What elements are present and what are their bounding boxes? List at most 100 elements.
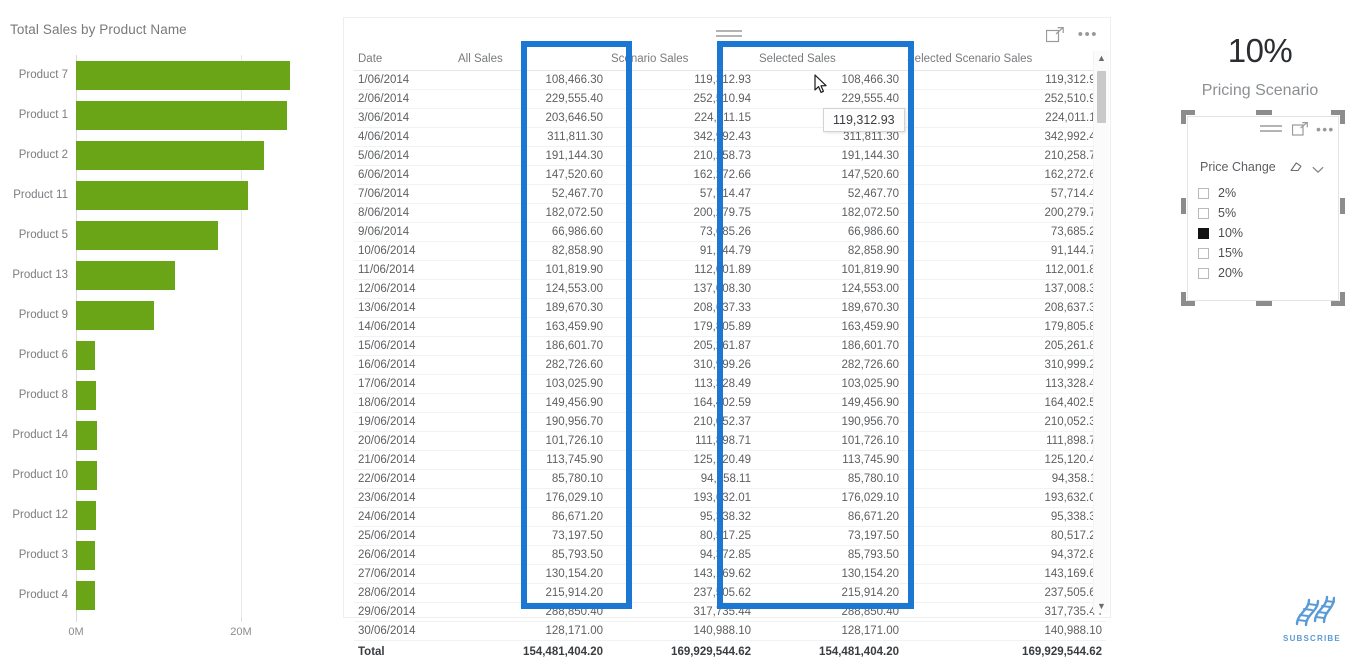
selection-handle-bottom-center[interactable] (1256, 301, 1272, 306)
bar-row[interactable]: Product 4 (0, 581, 340, 610)
cell-date[interactable]: 28/06/2014 (354, 584, 454, 603)
bar-row[interactable]: Product 1 (0, 101, 340, 130)
bar-chart-visual[interactable]: Total Sales by Product Name Product 7Pro… (0, 0, 340, 652)
cell-all-sales[interactable]: 85,780.10 (454, 470, 607, 489)
cell-selected-scenario-sales[interactable]: 208,637.33 (903, 299, 1106, 318)
cell-selected-scenario-sales[interactable]: 94,358.11 (903, 470, 1106, 489)
cell-scenario-sales[interactable]: 95,338.32 (607, 508, 755, 527)
cell-selected-scenario-sales[interactable]: 162,272.66 (903, 166, 1106, 185)
cell-scenario-sales[interactable]: 310,999.26 (607, 356, 755, 375)
cell-all-sales[interactable]: 229,555.40 (454, 90, 607, 109)
cell-date[interactable]: 7/06/2014 (354, 185, 454, 204)
bar-row[interactable]: Product 6 (0, 341, 340, 370)
cell-selected-sales[interactable]: 176,029.10 (755, 489, 903, 508)
table-row[interactable]: 8/06/2014182,072.50200,279.75182,072.502… (354, 204, 1106, 223)
cell-selected-scenario-sales[interactable]: 91,144.79 (903, 242, 1106, 261)
cell-selected-sales[interactable]: 113,745.90 (755, 451, 903, 470)
cell-selected-sales[interactable]: 282,726.60 (755, 356, 903, 375)
bar-fill[interactable] (76, 261, 175, 290)
selection-handle-middle-left[interactable] (1181, 198, 1186, 214)
bar-fill[interactable] (76, 101, 287, 130)
cell-all-sales[interactable]: 288,850.40 (454, 603, 607, 622)
cell-date[interactable]: 1/06/2014 (354, 71, 454, 90)
table-visual[interactable]: ••• Date All Sales Scenario Sales Select… (343, 17, 1111, 618)
cell-all-sales[interactable]: 52,467.70 (454, 185, 607, 204)
selection-handle-bottom-right-v[interactable] (1340, 292, 1345, 306)
cell-scenario-sales[interactable]: 205,261.87 (607, 337, 755, 356)
cell-selected-scenario-sales[interactable]: 210,258.73 (903, 147, 1106, 166)
cell-scenario-sales[interactable]: 113,328.49 (607, 375, 755, 394)
bar-row[interactable]: Product 3 (0, 541, 340, 570)
cell-all-sales[interactable]: 113,745.90 (454, 451, 607, 470)
cell-selected-sales[interactable]: 130,154.20 (755, 565, 903, 584)
cell-scenario-sales[interactable]: 317,735.44 (607, 603, 755, 622)
scroll-up-arrow-icon[interactable]: ▲ (1094, 51, 1109, 65)
cell-all-sales[interactable]: 282,726.60 (454, 356, 607, 375)
table-row[interactable]: 23/06/2014176,029.10193,632.01176,029.10… (354, 489, 1106, 508)
cell-selected-sales[interactable]: 288,850.40 (755, 603, 903, 622)
cell-scenario-sales[interactable]: 252,510.94 (607, 90, 755, 109)
cell-date[interactable]: 17/06/2014 (354, 375, 454, 394)
checkbox-icon[interactable] (1198, 188, 1209, 199)
cell-selected-scenario-sales[interactable]: 237,505.62 (903, 584, 1106, 603)
cell-selected-scenario-sales[interactable]: 94,372.85 (903, 546, 1106, 565)
cell-selected-scenario-sales[interactable]: 111,898.71 (903, 432, 1106, 451)
bar-fill[interactable] (76, 301, 154, 330)
cell-selected-sales[interactable]: 215,914.20 (755, 584, 903, 603)
bar-fill[interactable] (76, 61, 290, 90)
cell-all-sales[interactable]: 103,025.90 (454, 375, 607, 394)
cell-date[interactable]: 2/06/2014 (354, 90, 454, 109)
selection-handle-middle-right[interactable] (1340, 198, 1345, 214)
cell-selected-sales[interactable]: 182,072.50 (755, 204, 903, 223)
cell-date[interactable]: 22/06/2014 (354, 470, 454, 489)
cell-all-sales[interactable]: 189,670.30 (454, 299, 607, 318)
table-row[interactable]: 17/06/2014103,025.90113,328.49103,025.90… (354, 375, 1106, 394)
bar-fill[interactable] (76, 181, 248, 210)
cell-date[interactable]: 18/06/2014 (354, 394, 454, 413)
table-row[interactable]: 26/06/201485,793.5094,372.8585,793.5094,… (354, 546, 1106, 565)
table-row[interactable]: 14/06/2014163,459.90179,805.89163,459.90… (354, 318, 1106, 337)
cell-scenario-sales[interactable]: 94,358.11 (607, 470, 755, 489)
cell-scenario-sales[interactable]: 140,988.10 (607, 622, 755, 641)
cell-date[interactable]: 19/06/2014 (354, 413, 454, 432)
cell-selected-scenario-sales[interactable]: 113,328.49 (903, 375, 1106, 394)
bar-fill[interactable] (76, 221, 218, 250)
cell-all-sales[interactable]: 190,956.70 (454, 413, 607, 432)
cell-date[interactable]: 11/06/2014 (354, 261, 454, 280)
cell-scenario-sales[interactable]: 179,805.89 (607, 318, 755, 337)
cell-selected-scenario-sales[interactable]: 317,735.44 (903, 603, 1106, 622)
cell-all-sales[interactable]: 73,197.50 (454, 527, 607, 546)
column-header-scenario-sales[interactable]: Scenario Sales (607, 51, 755, 71)
column-header-selected-scenario-sales[interactable]: Selected Scenario Sales (903, 51, 1106, 71)
cell-scenario-sales[interactable]: 57,714.47 (607, 185, 755, 204)
table-row[interactable]: 7/06/201452,467.7057,714.4752,467.7057,7… (354, 185, 1106, 204)
cell-selected-sales[interactable]: 103,025.90 (755, 375, 903, 394)
cell-selected-scenario-sales[interactable]: 310,999.26 (903, 356, 1106, 375)
cell-all-sales[interactable]: 147,520.60 (454, 166, 607, 185)
cell-selected-sales[interactable]: 229,555.40 (755, 90, 903, 109)
table-row[interactable]: 11/06/2014101,819.90112,001.89101,819.90… (354, 261, 1106, 280)
cell-scenario-sales[interactable]: 342,992.43 (607, 128, 755, 147)
cell-selected-sales[interactable]: 82,858.90 (755, 242, 903, 261)
cell-date[interactable]: 6/06/2014 (354, 166, 454, 185)
cell-scenario-sales[interactable]: 125,120.49 (607, 451, 755, 470)
cell-selected-sales[interactable]: 108,466.30 (755, 71, 903, 90)
bar-row[interactable]: Product 9 (0, 301, 340, 330)
table-row[interactable]: 27/06/2014130,154.20143,169.62130,154.20… (354, 565, 1106, 584)
cell-selected-scenario-sales[interactable]: 200,279.75 (903, 204, 1106, 223)
cell-scenario-sales[interactable]: 112,001.89 (607, 261, 755, 280)
cell-scenario-sales[interactable]: 200,279.75 (607, 204, 755, 223)
cell-date[interactable]: 30/06/2014 (354, 622, 454, 641)
selection-handle-top-center[interactable] (1256, 110, 1272, 115)
price-change-slicer[interactable]: ••• Price Change 2%5%10%15%20% (1187, 116, 1339, 301)
bar-fill[interactable] (76, 421, 97, 450)
cell-all-sales[interactable]: 108,466.30 (454, 71, 607, 90)
focus-mode-icon[interactable] (1292, 122, 1308, 136)
cell-date[interactable]: 26/06/2014 (354, 546, 454, 565)
table-row[interactable]: 24/06/201486,671.2095,338.3286,671.2095,… (354, 508, 1106, 527)
cell-selected-scenario-sales[interactable]: 95,338.32 (903, 508, 1106, 527)
cell-scenario-sales[interactable]: 119,312.93 (607, 71, 755, 90)
cell-all-sales[interactable]: 101,819.90 (454, 261, 607, 280)
column-header-date[interactable]: Date (354, 51, 454, 71)
slicer-item-20pct[interactable]: 20% (1198, 263, 1330, 283)
